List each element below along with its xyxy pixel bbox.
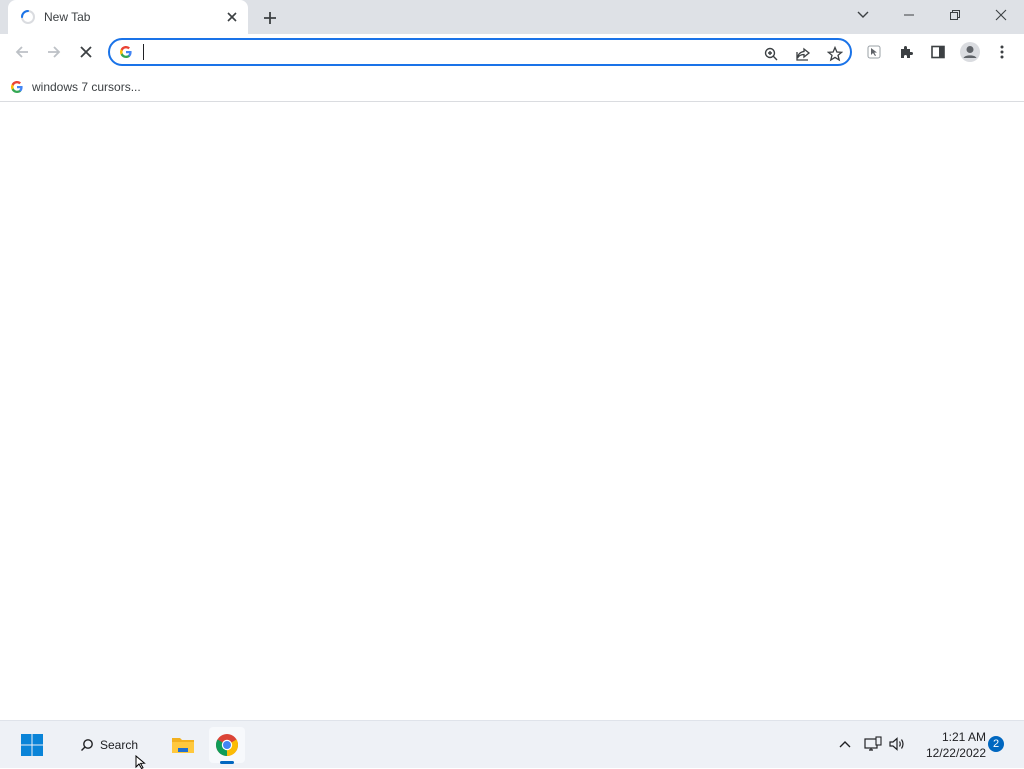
show-hidden-icons-button[interactable] — [834, 733, 856, 755]
tab-search-button[interactable] — [840, 0, 886, 30]
cursor-extension-button[interactable] — [860, 38, 888, 66]
minimize-button[interactable] — [886, 0, 932, 30]
share-icon — [796, 47, 811, 61]
minimize-icon — [904, 14, 914, 16]
file-explorer-button[interactable] — [165, 727, 201, 763]
restore-icon — [950, 10, 960, 20]
notification-badge[interactable]: 2 — [988, 736, 1004, 752]
taskbar: Search 1:21 AM 12/22/2022 — [0, 720, 1024, 768]
clock-date: 12/22/2022 — [925, 746, 986, 760]
menu-button[interactable] — [988, 38, 1016, 66]
side-panel-button[interactable] — [924, 38, 952, 66]
zoom-in-icon — [764, 47, 778, 61]
network-icon — [864, 736, 882, 751]
speaker-icon — [889, 737, 904, 751]
profile-button[interactable] — [956, 38, 984, 66]
restore-button[interactable] — [932, 0, 978, 30]
chrome-icon — [216, 734, 238, 756]
clock[interactable]: 1:21 AM 12/22/2022 — [912, 729, 986, 761]
tab-new-tab[interactable]: New Tab — [8, 0, 248, 34]
more-vert-icon — [1000, 45, 1004, 59]
back-button[interactable] — [8, 38, 36, 66]
avatar-icon — [960, 42, 980, 62]
forward-button[interactable] — [40, 38, 68, 66]
search-icon — [81, 739, 93, 751]
address-bar[interactable] — [108, 38, 852, 66]
puzzle-icon — [901, 46, 913, 58]
cursor-arrow-icon — [867, 45, 881, 59]
chevron-up-icon — [839, 741, 851, 748]
chevron-down-icon — [857, 11, 869, 18]
bookmark-item[interactable]: windows 7 cursors... — [10, 76, 141, 98]
zoom-button[interactable] — [760, 43, 782, 65]
mouse-cursor-icon — [135, 755, 146, 769]
arrow-left-icon — [15, 46, 28, 58]
address-input[interactable] — [142, 43, 742, 61]
page-content — [0, 103, 1024, 720]
text-caret — [143, 44, 144, 60]
close-window-button[interactable] — [978, 0, 1024, 30]
windows-logo-icon — [21, 734, 43, 756]
close-icon — [995, 9, 1007, 21]
clock-time: 1:21 AM — [941, 730, 986, 744]
extensions-button[interactable] — [892, 38, 920, 66]
folder-icon — [172, 738, 194, 753]
bookmark-star-button[interactable] — [824, 43, 846, 65]
close-icon — [80, 46, 92, 58]
new-tab-button[interactable] — [258, 6, 282, 30]
google-g-icon — [11, 81, 23, 93]
loading-spinner-icon — [21, 10, 35, 24]
stop-loading-button[interactable] — [72, 38, 100, 66]
active-indicator — [220, 761, 234, 764]
bookmarks-bar: windows 7 cursors... — [0, 72, 1024, 102]
star-icon — [827, 46, 843, 62]
tab-title: New Tab — [44, 10, 91, 24]
side-panel-icon — [931, 45, 945, 59]
start-button[interactable] — [14, 727, 50, 763]
share-button[interactable] — [792, 43, 814, 65]
bookmark-label: windows 7 cursors... — [32, 80, 141, 94]
google-g-icon — [120, 46, 132, 58]
browser-toolbar — [0, 34, 1024, 72]
arrow-right-icon — [48, 46, 61, 58]
tab-strip: New Tab — [0, 0, 1024, 34]
search-label: Search — [100, 738, 139, 752]
network-button[interactable] — [862, 733, 884, 755]
close-tab-icon[interactable] — [224, 9, 240, 25]
volume-button[interactable] — [886, 733, 908, 755]
chrome-taskbar-button[interactable] — [209, 727, 245, 763]
